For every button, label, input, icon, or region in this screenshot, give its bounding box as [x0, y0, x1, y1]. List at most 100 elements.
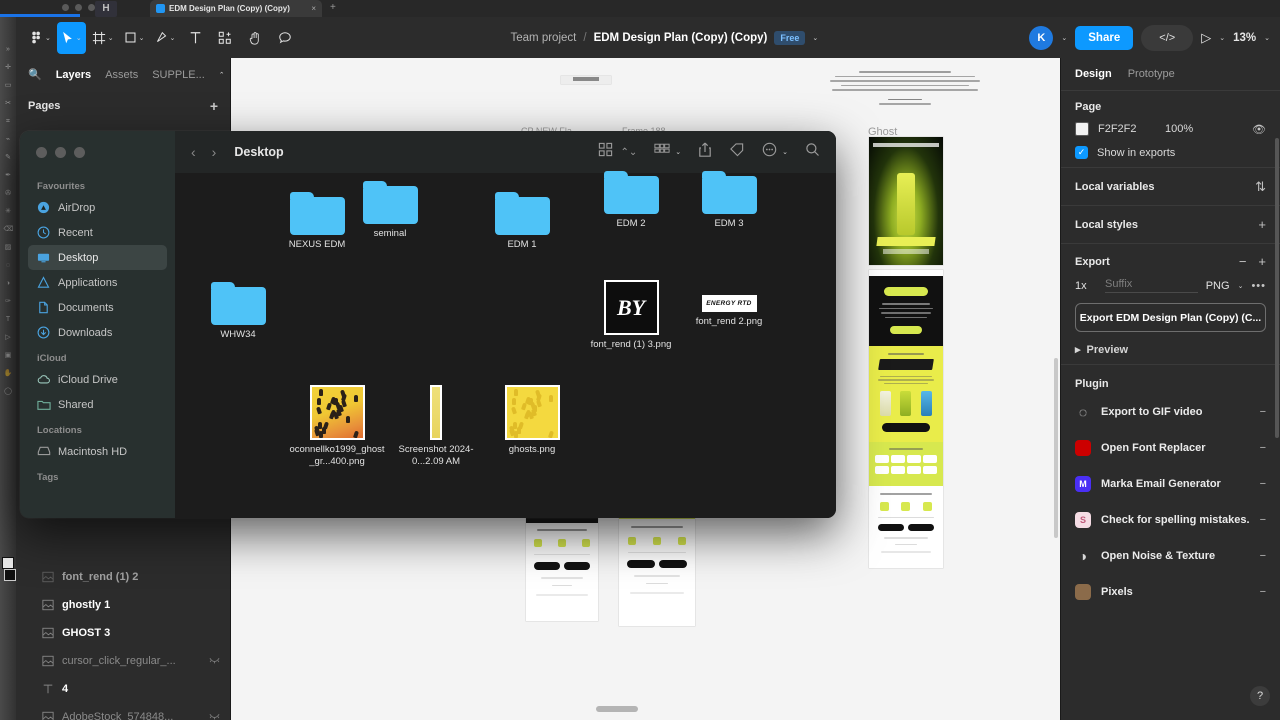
zoom-level-label[interactable]: 13%: [1233, 32, 1256, 44]
expand-panel-icon[interactable]: »: [4, 45, 13, 54]
remove-export-button[interactable]: −: [1239, 254, 1247, 269]
plugin-row[interactable]: ◑ Open Noise & Texture −: [1061, 538, 1280, 574]
sidebar-item-shared[interactable]: Shared: [28, 392, 167, 417]
forward-icon[interactable]: ›: [212, 144, 217, 160]
blur-tool-icon[interactable]: ◌: [4, 261, 13, 270]
zoom-tool-icon[interactable]: ◯: [4, 387, 13, 396]
export-preview-toggle[interactable]: ▸ Preview: [1075, 343, 1266, 357]
avatar[interactable]: K: [1029, 25, 1054, 50]
present-chevron-icon[interactable]: ⌄: [1219, 34, 1225, 42]
zoom-chevron-icon[interactable]: ⌄: [1264, 34, 1270, 42]
design-panel-scrollbar[interactable]: [1275, 138, 1279, 438]
tab-design[interactable]: Design: [1075, 68, 1112, 80]
plugin-minus-button[interactable]: −: [1260, 406, 1266, 418]
plugin-minus-button[interactable]: −: [1260, 478, 1266, 490]
history-brush-icon[interactable]: ✳: [4, 207, 13, 216]
export-more-button[interactable]: •••: [1251, 280, 1266, 292]
add-style-button[interactable]: +: [1258, 217, 1266, 232]
hand-tool-icon[interactable]: ✋: [4, 369, 13, 378]
minimize-dot[interactable]: [75, 4, 82, 11]
finder-file-item[interactable]: BY font_rend (1) 3.png: [583, 280, 679, 351]
sort-icon[interactable]: ⌃⌄: [620, 147, 637, 158]
tab-supple[interactable]: SUPPLE...: [152, 69, 205, 81]
sidebar-item-downloads[interactable]: Downloads: [28, 320, 167, 345]
figma-menu-button[interactable]: ⌄: [26, 22, 55, 54]
eye-off-icon[interactable]: [209, 712, 220, 720]
tab-layers[interactable]: Layers: [56, 69, 91, 81]
tab-prototype[interactable]: Prototype: [1128, 68, 1175, 80]
show-in-exports-checkbox[interactable]: ✓: [1075, 146, 1088, 159]
photoshop-app-badge[interactable]: H: [95, 1, 117, 17]
move-tool-icon[interactable]: ✛: [4, 63, 13, 72]
sidebar-item-applications[interactable]: Applications: [28, 270, 167, 295]
export-suffix-input[interactable]: Suffix: [1105, 278, 1198, 293]
artboard-edm-email[interactable]: [869, 270, 943, 568]
finder-file-item[interactable]: EDM 2: [583, 171, 679, 230]
path-select-icon[interactable]: ▷: [4, 333, 13, 342]
layer-row[interactable]: AdobeStock_574848...: [16, 703, 230, 720]
plugin-row[interactable]: ◌ Export to GIF video −: [1061, 394, 1280, 430]
present-button[interactable]: ▷: [1201, 30, 1211, 46]
group-caret-icon[interactable]: ⌄: [675, 148, 681, 156]
add-page-button[interactable]: +: [210, 98, 218, 114]
browser-window-controls[interactable]: [62, 4, 95, 11]
rectangle-tool-icon[interactable]: ▣: [4, 351, 13, 360]
plugin-minus-button[interactable]: −: [1260, 550, 1266, 562]
search-icon[interactable]: 🔍: [28, 68, 42, 81]
plugin-minus-button[interactable]: −: [1260, 514, 1266, 526]
frame-tool-button[interactable]: ⌄: [88, 22, 118, 54]
artboard-email-variant-1[interactable]: [526, 513, 598, 621]
close-dot[interactable]: [62, 4, 69, 11]
crop-tool-icon[interactable]: ⌗: [4, 117, 13, 126]
add-export-button[interactable]: +: [1258, 254, 1266, 269]
zoom-button[interactable]: [74, 146, 85, 158]
page-color-swatch[interactable]: [1075, 122, 1089, 136]
share-button[interactable]: Share: [1075, 25, 1134, 50]
background-color-swatch[interactable]: [4, 569, 16, 581]
finder-file-item[interactable]: seminal: [342, 181, 438, 240]
eye-icon[interactable]: 👁: [1252, 123, 1266, 136]
healing-brush-icon[interactable]: ✎: [4, 153, 13, 162]
plugin-minus-button[interactable]: −: [1260, 442, 1266, 454]
tag-icon[interactable]: [729, 142, 745, 162]
show-in-exports-row[interactable]: ✓ Show in exports: [1075, 146, 1266, 159]
layer-row[interactable]: ghostly 1: [16, 591, 230, 619]
plugin-row[interactable]: M Marka Email Generator −: [1061, 466, 1280, 502]
plugin-row[interactable]: Open Font Replacer −: [1061, 430, 1280, 466]
browser-tab-figma[interactable]: EDM Design Plan (Copy) (Copy) ×: [150, 0, 322, 17]
move-tool-button[interactable]: ⌄: [56, 21, 86, 54]
brush-tool-icon[interactable]: ✒: [4, 171, 13, 180]
close-button[interactable]: [36, 146, 47, 158]
more-actions-icon[interactable]: [762, 142, 777, 162]
marquee-tool-icon[interactable]: ▭: [4, 81, 13, 90]
finder-window[interactable]: Favourites AirDrop Recent Desktop Applicatio…: [20, 131, 836, 518]
zoom-dot[interactable]: [88, 4, 95, 11]
canvas-horizontal-scrollbar[interactable]: [596, 706, 638, 712]
hand-tool-button[interactable]: [241, 22, 269, 54]
stamp-tool-icon[interactable]: ✇: [4, 189, 13, 198]
comment-tool-button[interactable]: [271, 22, 299, 54]
layer-row[interactable]: 4: [16, 675, 230, 703]
chevron-up-icon[interactable]: ⌃: [219, 71, 225, 79]
help-button[interactable]: ?: [1250, 686, 1270, 706]
finder-file-item[interactable]: oconnellko1999_ghost_gr...400.png: [289, 385, 385, 468]
finder-file-item[interactable]: Screenshot 2024-0...2.09 AM: [388, 385, 484, 468]
new-tab-button[interactable]: +: [330, 2, 336, 13]
group-by-icon[interactable]: [654, 143, 670, 162]
share-icon[interactable]: [698, 142, 712, 163]
back-icon[interactable]: ‹: [191, 144, 196, 160]
eyedropper-tool-icon[interactable]: ⌁: [4, 135, 13, 144]
canvas-scrollbar[interactable]: [1054, 358, 1058, 538]
finder-file-item[interactable]: WHW34: [190, 282, 286, 341]
finder-file-grid[interactable]: NEXUS EDM seminal EDM 1 EDM 2 EDM 3 WHW34 BY fo…: [175, 171, 836, 518]
sidebar-item-documents[interactable]: Documents: [28, 295, 167, 320]
eraser-tool-icon[interactable]: ⌫: [4, 225, 14, 234]
page-color-hex[interactable]: F2F2F2: [1098, 123, 1156, 135]
page-color-row[interactable]: F2F2F2 100% 👁: [1075, 122, 1266, 136]
pen-tool-button[interactable]: ⌄: [151, 22, 180, 54]
close-icon[interactable]: ×: [311, 4, 316, 13]
artboard-email-variant-2[interactable]: [619, 506, 695, 626]
search-icon[interactable]: [805, 142, 820, 162]
finder-file-item[interactable]: EDM 1: [474, 192, 570, 251]
page-color-opacity[interactable]: 100%: [1165, 123, 1243, 135]
